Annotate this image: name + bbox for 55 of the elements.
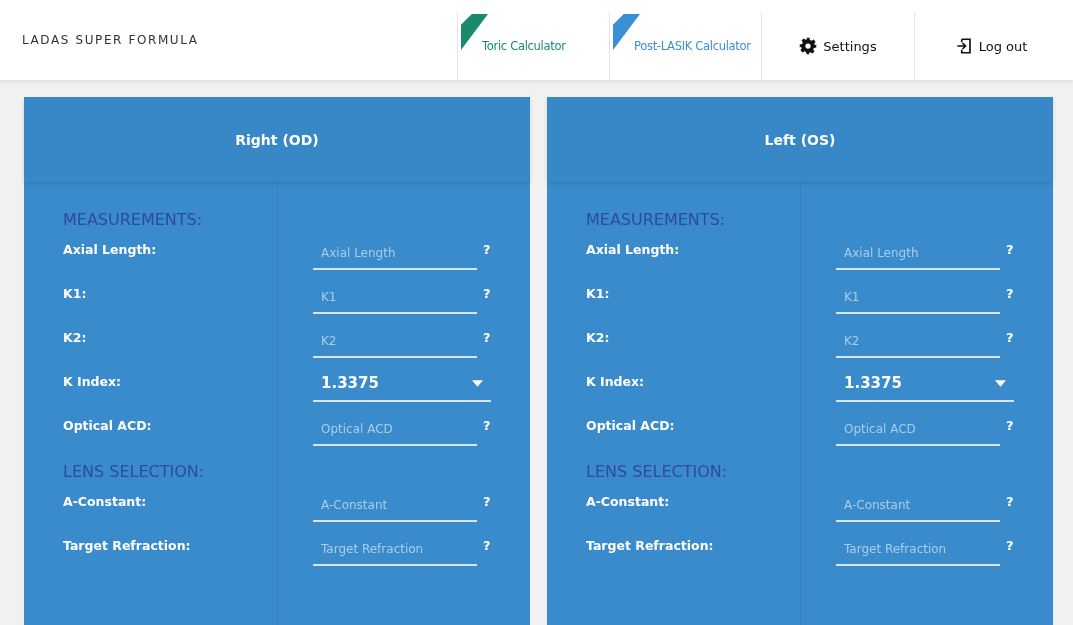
help-link[interactable]: ? xyxy=(1006,412,1014,433)
input-field[interactable]: K1 xyxy=(313,280,477,314)
field-label: A-Constant: xyxy=(585,493,671,511)
panel-title: Left (OS) xyxy=(764,131,836,148)
field-label: Target Refraction: xyxy=(62,537,192,555)
help-link[interactable]: ? xyxy=(1006,532,1014,553)
section-heading: MEASUREMENTS: xyxy=(585,209,727,231)
section-heading: LENS SELECTION: xyxy=(585,461,729,483)
help-link[interactable]: ? xyxy=(483,324,491,345)
help-link[interactable]: ? xyxy=(1006,280,1014,301)
input-field[interactable]: Axial Length xyxy=(836,236,1000,270)
field-label: Optical ACD: xyxy=(585,417,676,435)
section-heading: LENS SELECTION: xyxy=(62,461,206,483)
help-link[interactable]: ? xyxy=(483,532,491,553)
input-field[interactable]: Axial Length xyxy=(313,236,477,270)
help-link[interactable]: ? xyxy=(483,280,491,301)
input-field[interactable]: Optical ACD xyxy=(836,412,1000,446)
input-field[interactable]: Optical ACD xyxy=(313,412,477,446)
help-link[interactable]: ? xyxy=(483,236,491,257)
caret-icon xyxy=(472,379,483,387)
field-label: A-Constant: xyxy=(62,493,148,511)
section-heading: MEASUREMENTS: xyxy=(62,209,204,231)
help-link[interactable]: ? xyxy=(1006,324,1014,345)
field-label: K Index: xyxy=(585,373,646,391)
input-field[interactable]: K2 xyxy=(836,324,1000,358)
nav-link[interactable]: Toric Calculator xyxy=(457,12,609,80)
nav-link[interactable]: Post-LASIK Calculator xyxy=(609,12,761,80)
settings-link[interactable]: Settings xyxy=(761,12,914,80)
input-field[interactable]: K2 xyxy=(313,324,477,358)
field-label: K1: xyxy=(62,285,88,303)
logout-link[interactable]: Log out xyxy=(914,12,1067,80)
help-link[interactable]: ? xyxy=(1006,488,1014,509)
field-label: Optical ACD: xyxy=(62,417,153,435)
settings-icon xyxy=(799,37,818,55)
dropdown-field[interactable]: 1.3375 xyxy=(836,368,1014,402)
caret-icon xyxy=(995,379,1006,387)
help-link[interactable]: ? xyxy=(483,412,491,433)
help-link[interactable]: ? xyxy=(483,488,491,509)
field-label: Axial Length: xyxy=(62,241,158,259)
input-field[interactable]: Target Refraction xyxy=(313,532,477,566)
panel-title: Right (OD) xyxy=(235,131,319,148)
dropdown-field[interactable]: 1.3375 xyxy=(313,368,491,402)
field-label: K2: xyxy=(62,329,88,347)
brand-title: LADAS SUPER FORMULA xyxy=(22,33,199,47)
field-label: Axial Length: xyxy=(585,241,681,259)
logout-icon xyxy=(954,37,973,55)
input-field[interactable]: A-Constant xyxy=(313,488,477,522)
input-field[interactable]: K1 xyxy=(836,280,1000,314)
input-field[interactable]: A-Constant xyxy=(836,488,1000,522)
field-label: K Index: xyxy=(62,373,123,391)
field-label: K2: xyxy=(585,329,611,347)
field-label: Target Refraction: xyxy=(585,537,715,555)
field-label: K1: xyxy=(585,285,611,303)
input-field[interactable]: Target Refraction xyxy=(836,532,1000,566)
help-link[interactable]: ? xyxy=(1006,236,1014,257)
